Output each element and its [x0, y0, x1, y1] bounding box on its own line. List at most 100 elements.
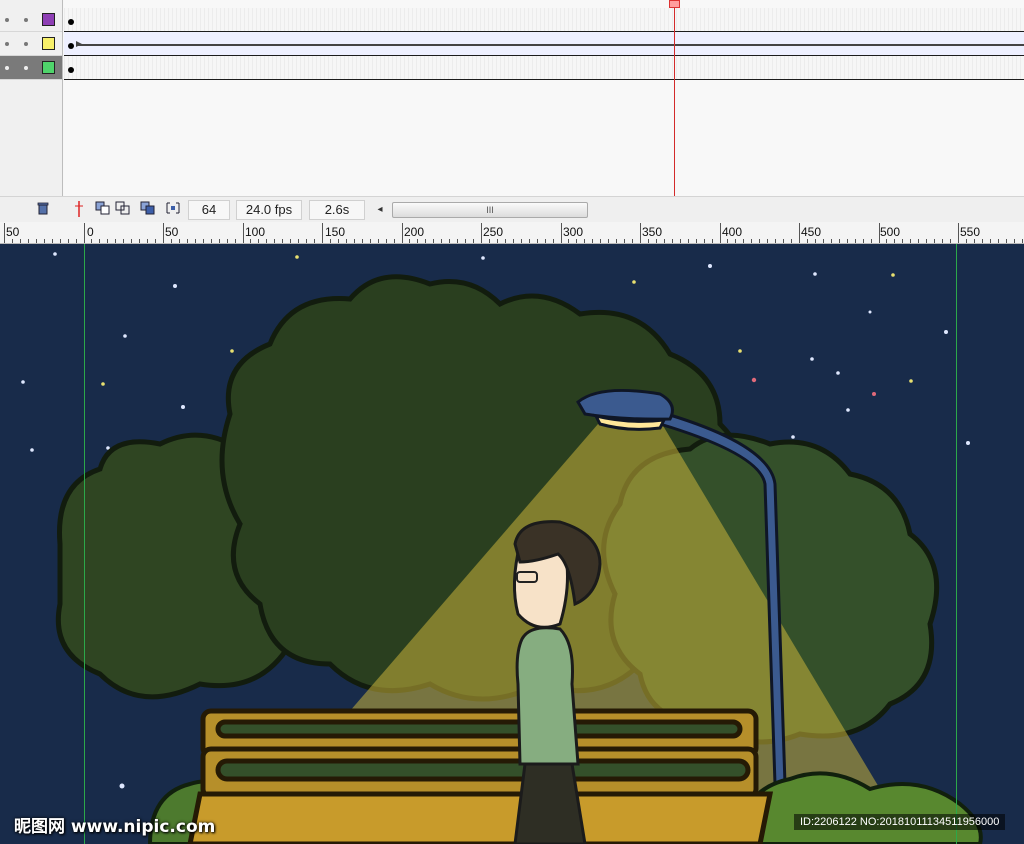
ruler-tick: [671, 239, 673, 243]
ruler-tick: [806, 239, 808, 243]
layer-row[interactable]: [0, 8, 62, 32]
onion-outlines-icon[interactable]: [114, 201, 132, 219]
lock-dot[interactable]: [24, 66, 28, 70]
watermark-logo: 昵图网 www.nipic.com: [14, 817, 216, 837]
lock-dot[interactable]: [24, 42, 28, 46]
timeline-scrollbar[interactable]: ◂ III: [372, 201, 590, 219]
ruler-tick: [11, 239, 13, 243]
ruler-tick: [59, 239, 61, 243]
ruler-tick: [894, 239, 896, 243]
ruler-tick: [703, 239, 705, 243]
ruler-tick: [488, 239, 490, 243]
ruler-tick: [369, 239, 371, 243]
ruler-tick: [544, 239, 546, 243]
ruler-tick: [592, 239, 594, 243]
elapsed-time-field: 2.6s: [309, 200, 365, 220]
ruler-tick: [361, 239, 363, 243]
keyframe[interactable]: [68, 67, 74, 73]
keyframe[interactable]: [68, 43, 74, 49]
bench: [187, 708, 774, 844]
ruler-tick: [655, 239, 657, 243]
trash-icon[interactable]: [34, 201, 52, 219]
ruler-label: 50: [165, 225, 179, 239]
ruler-label: 100: [245, 225, 266, 239]
frame-rate-field[interactable]: 24.0 fps: [236, 200, 302, 220]
frame-row[interactable]: [64, 8, 1024, 32]
ruler-label: 50: [6, 225, 20, 239]
frame-grid[interactable]: [64, 0, 1024, 196]
scroll-left-icon[interactable]: ◂: [372, 201, 388, 219]
ruler-tick: [170, 239, 172, 243]
ruler-tick: [791, 239, 793, 243]
ruler-label: 300: [563, 225, 584, 239]
ruler-tick: [1005, 239, 1007, 243]
ruler-label: 0: [87, 225, 94, 239]
ruler-tick: [735, 239, 737, 243]
ruler-tick: [353, 239, 355, 243]
ruler-tick: [783, 239, 785, 243]
ruler-tick: [465, 239, 467, 243]
visibility-dot[interactable]: [5, 66, 9, 70]
frame-row[interactable]: [64, 56, 1024, 80]
ruler-tick: [719, 223, 721, 243]
ruler-tick: [608, 239, 610, 243]
layer-outline-color[interactable]: [42, 13, 55, 26]
ruler-tick: [385, 239, 387, 243]
ruler-tick: [115, 239, 117, 243]
edit-multiple-frames-icon[interactable]: [139, 201, 157, 219]
ruler-tick: [322, 223, 323, 243]
layer-outline-color[interactable]: [42, 37, 55, 50]
ruler-tick: [409, 239, 411, 243]
ruler-tick: [647, 239, 649, 243]
ruler-tick: [345, 239, 347, 243]
onion-markers-icon[interactable]: [164, 201, 182, 219]
ruler-tick: [862, 239, 864, 243]
playhead-handle[interactable]: [669, 0, 680, 8]
layer-row[interactable]: [0, 32, 62, 56]
scroll-thumb[interactable]: III: [392, 202, 588, 218]
ruler-tick: [194, 239, 196, 243]
stage-ruler[interactable]: 50 0 50 100 150 200 250 300 350 400 450 …: [0, 222, 1024, 244]
layer-outline-color[interactable]: [42, 61, 55, 74]
current-frame-field[interactable]: 64: [188, 200, 230, 220]
frame-row-tween[interactable]: [64, 32, 1024, 56]
stage-canvas[interactable]: 昵图网 www.nipic.com ID:2206122 NO:20181011…: [0, 244, 1024, 844]
layer-row-selected[interactable]: [0, 56, 62, 80]
center-frame-icon[interactable]: [70, 201, 88, 219]
ruler-tick: [743, 239, 745, 243]
visibility-dot[interactable]: [5, 42, 9, 46]
visibility-dot[interactable]: [5, 18, 9, 22]
ruler-tick: [417, 239, 419, 243]
ruler-tick: [528, 239, 530, 243]
ruler-tick: [83, 223, 85, 243]
ruler-tick: [226, 239, 228, 243]
ruler-tick: [99, 239, 101, 243]
ruler-tick: [441, 239, 443, 243]
ruler-tick: [751, 239, 753, 243]
ruler-tick: [989, 239, 991, 243]
keyframe[interactable]: [68, 19, 74, 25]
ruler-tick: [314, 239, 316, 243]
ruler-tick: [298, 239, 300, 243]
ruler-tick: [27, 239, 29, 243]
ruler-tick: [950, 239, 952, 243]
ruler-tick: [504, 239, 506, 243]
ruler-tick: [250, 239, 252, 243]
ruler-tick: [632, 239, 634, 243]
ruler-label: 400: [722, 225, 743, 239]
ruler-tick: [242, 223, 244, 243]
ruler-tick: [393, 239, 395, 243]
ruler-tick: [131, 239, 133, 243]
timeline-panel: 64 24.0 fps 2.6s ◂ III: [0, 0, 1024, 222]
lock-dot[interactable]: [24, 18, 28, 22]
scene-artwork: [0, 244, 1024, 844]
ruler-tick: [290, 239, 292, 243]
ruler-tick: [775, 239, 777, 243]
ruler-tick: [91, 239, 93, 243]
ruler-label: 150: [325, 225, 346, 239]
ruler-tick: [306, 239, 308, 243]
ruler-label: 550: [960, 225, 981, 239]
onion-skin-icon[interactable]: [94, 201, 112, 219]
ruler-tick: [481, 223, 482, 243]
ruler-tick: [854, 239, 856, 243]
